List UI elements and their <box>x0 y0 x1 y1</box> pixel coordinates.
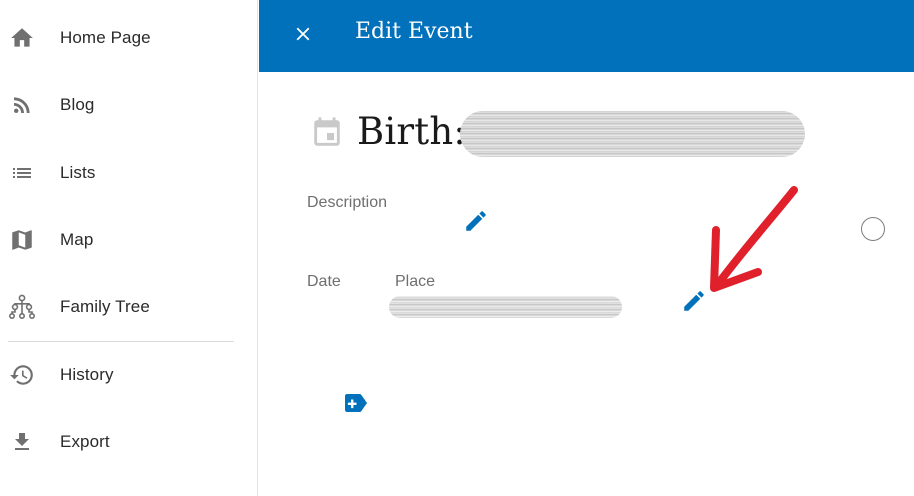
sidebar-item-blog[interactable]: Blog <box>0 85 258 125</box>
download-icon <box>8 428 36 456</box>
sidebar-item-map[interactable]: Map <box>0 220 258 260</box>
page-title: Edit Event <box>355 19 473 44</box>
pencil-icon <box>684 291 704 311</box>
map-icon <box>8 226 36 254</box>
sidebar-item-history[interactable]: History <box>0 355 258 395</box>
description-label: Description <box>307 194 388 211</box>
add-tag-button[interactable] <box>343 392 369 414</box>
list-icon <box>8 159 36 187</box>
close-button[interactable] <box>287 20 319 52</box>
sidebar-divider <box>8 341 234 342</box>
sidebar-item-label: Export <box>60 432 110 451</box>
home-icon <box>8 24 36 52</box>
edit-date-place-button[interactable] <box>681 288 707 314</box>
sidebar-item-export[interactable]: Export <box>0 422 258 462</box>
calendar-icon <box>310 116 344 150</box>
sidebar: Home Page Blog Lists Map Family Tree His… <box>0 0 258 496</box>
sidebar-item-label: Family Tree <box>60 297 150 316</box>
edit-description-button[interactable] <box>463 208 489 234</box>
add-tag-icon <box>345 394 367 412</box>
dialog-header: Edit Event <box>259 0 914 72</box>
rss-icon <box>8 91 36 119</box>
sidebar-item-family-tree[interactable]: Family Tree <box>0 287 258 327</box>
radio-button[interactable] <box>861 217 885 241</box>
event-title: Birth: <box>357 110 467 153</box>
place-label: Place <box>395 273 436 290</box>
sidebar-item-lists[interactable]: Lists <box>0 153 258 193</box>
family-tree-icon <box>8 293 36 321</box>
pencil-icon <box>466 211 486 231</box>
redacted-name <box>460 111 805 157</box>
sidebar-item-label: Blog <box>60 95 95 114</box>
app-root: Home Page Blog Lists Map Family Tree His… <box>0 0 914 496</box>
sidebar-item-home-page[interactable]: Home Page <box>0 18 258 58</box>
redacted-place <box>389 296 622 318</box>
sidebar-item-label: Home Page <box>60 28 151 47</box>
sidebar-item-label: Map <box>60 230 94 249</box>
close-icon <box>292 23 314 50</box>
sidebar-item-label: History <box>60 365 114 384</box>
date-label: Date <box>307 273 341 290</box>
history-icon <box>8 361 36 389</box>
sidebar-item-label: Lists <box>60 163 96 182</box>
annotation-arrow-icon <box>710 186 798 292</box>
